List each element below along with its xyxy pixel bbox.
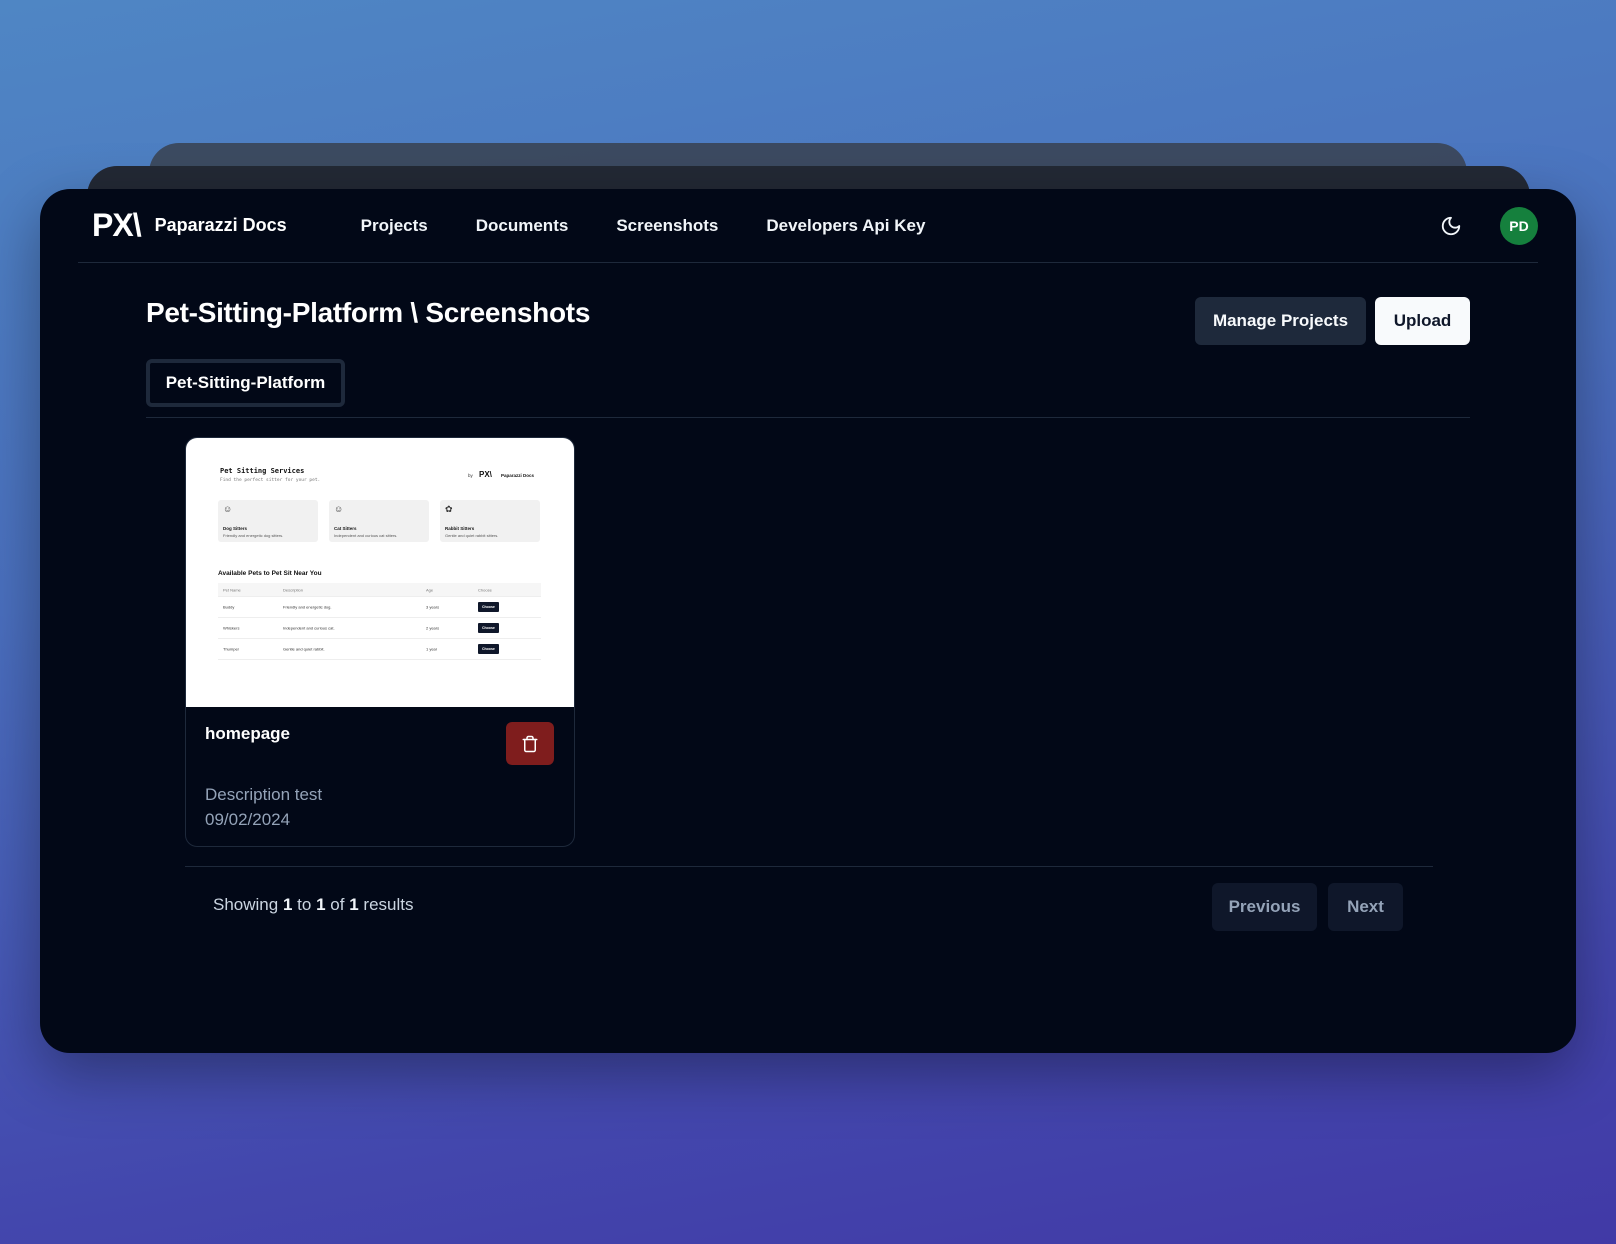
upload-button[interactable]: Upload — [1375, 297, 1470, 345]
manage-projects-button[interactable]: Manage Projects — [1195, 297, 1366, 345]
preview-service-desc: Gentle and quiet rabbit sitters. — [445, 533, 499, 538]
screenshot-preview[interactable]: Pet Sitting Services Find the perfect si… — [186, 438, 574, 707]
previous-button[interactable]: Previous — [1212, 883, 1317, 931]
page-title: Pet-Sitting-Platform \ Screenshots — [146, 297, 591, 328]
nav-item-screenshots[interactable]: Screenshots — [616, 216, 718, 236]
screenshot-name: homepage — [205, 724, 291, 743]
preview-cell-name: Thumper — [223, 646, 240, 652]
preview-col-age: Age — [426, 587, 434, 592]
preview-title: Pet Sitting Services — [220, 467, 305, 475]
divider — [185, 866, 1433, 867]
delete-button[interactable] — [506, 722, 554, 765]
nav-links: Projects Documents Screenshots Developer… — [361, 216, 974, 236]
logo[interactable]: PX\ Paparazzi Docs — [78, 207, 287, 244]
preview-cell-age: 1 year — [426, 646, 438, 652]
screenshot-description: Description test — [205, 785, 323, 804]
trash-icon — [522, 735, 538, 752]
screenshot-card[interactable]: Pet Sitting Services Find the perfect si… — [185, 437, 575, 847]
nav-item-documents[interactable]: Documents — [476, 216, 569, 236]
divider — [146, 417, 1470, 418]
preview-service-desc: Independent and curious cat sitters. — [334, 533, 398, 538]
preview-cell-age: 3 years — [426, 604, 440, 610]
preview-service-card: ✿ Rabbit Sitters Gentle and quiet rabbit… — [440, 500, 540, 542]
rabbit-icon: ✿ — [445, 504, 453, 514]
preview-by: by — [468, 473, 473, 478]
logo-mark: PX\ — [92, 207, 142, 243]
preview-col-description: Description — [283, 587, 304, 592]
preview-logo-text: Paparazzi Docs — [501, 473, 535, 478]
preview-choose-button: Choose — [478, 644, 499, 654]
preview-cell-age: 2 years — [426, 625, 440, 631]
preview-table-row: Whiskers Independent and curious cat. 2 … — [218, 618, 541, 639]
app-window: PX\ Paparazzi Docs Projects Documents Sc… — [40, 189, 1576, 1053]
results-of-word: of — [330, 895, 345, 914]
avatar[interactable]: PD — [1500, 206, 1538, 245]
tab-pet-sitting-platform[interactable]: Pet-Sitting-Platform — [146, 359, 345, 407]
preview-service-desc: Friendly and energetic dog sitters. — [223, 533, 284, 538]
preview-choose-button: Choose — [478, 602, 499, 612]
preview-col-pet-name: Pet Name — [223, 587, 241, 592]
results-to: 1 — [316, 895, 326, 914]
dog-icon: ☺ — [223, 504, 233, 514]
preview-logo-mark: PX\ — [479, 470, 492, 479]
preview-cell-desc: Gentle and quiet rabbit. — [283, 646, 325, 652]
next-button[interactable]: Next — [1328, 883, 1403, 931]
preview-cell-desc: Independent and curious cat. — [283, 625, 335, 631]
preview-table: Pet Name Description Age Choose Buddy Fr… — [218, 583, 541, 660]
logo-text: Paparazzi Docs — [154, 215, 287, 235]
nav-item-projects[interactable]: Projects — [361, 216, 428, 236]
preview-table-header: Pet Name Description Age Choose — [218, 583, 541, 597]
preview-service-title: Cat Sitters — [334, 526, 357, 531]
nav-item-developers-api-key[interactable]: Developers Api Key — [766, 216, 925, 236]
results-total: 1 — [349, 895, 359, 914]
preview-service-title: Dog Sitters — [223, 526, 248, 531]
preview-col-choose: Choose — [478, 587, 492, 592]
screenshot-date: 09/02/2024 — [205, 810, 291, 829]
preview-table-row: Buddy Friendly and energetic dog. 3 year… — [218, 597, 541, 618]
nav-right: PD — [1440, 206, 1538, 245]
moon-icon[interactable] — [1440, 215, 1462, 237]
results-from: 1 — [282, 895, 293, 914]
cat-icon: ☺ — [334, 504, 344, 514]
results-prefix: Showing — [213, 895, 279, 914]
preview-choose-button: Choose — [478, 623, 499, 633]
preview-subtitle: Find the perfect sitter for your pet. — [220, 478, 321, 483]
results-to-word: to — [297, 895, 312, 914]
preview-cell-name: Whiskers — [223, 625, 240, 631]
preview-table-row: Thumper Gentle and quiet rabbit. 1 year … — [218, 639, 541, 660]
preview-service-card: ☺ Cat Sitters Independent and curious ca… — [329, 500, 429, 542]
preview-service-card: ☺ Dog Sitters Friendly and energetic dog… — [218, 500, 318, 542]
results-summary: Showing 1 to 1 of 1 results — [213, 895, 413, 915]
top-navigation: PX\ Paparazzi Docs Projects Documents Sc… — [78, 189, 1538, 263]
preview-cell-desc: Friendly and energetic dog. — [283, 604, 332, 610]
results-suffix: results — [363, 895, 414, 914]
preview-table-title: Available Pets to Pet Sit Near You — [218, 570, 322, 577]
preview-cell-name: Buddy — [223, 604, 235, 610]
preview-service-title: Rabbit Sitters — [445, 526, 475, 531]
